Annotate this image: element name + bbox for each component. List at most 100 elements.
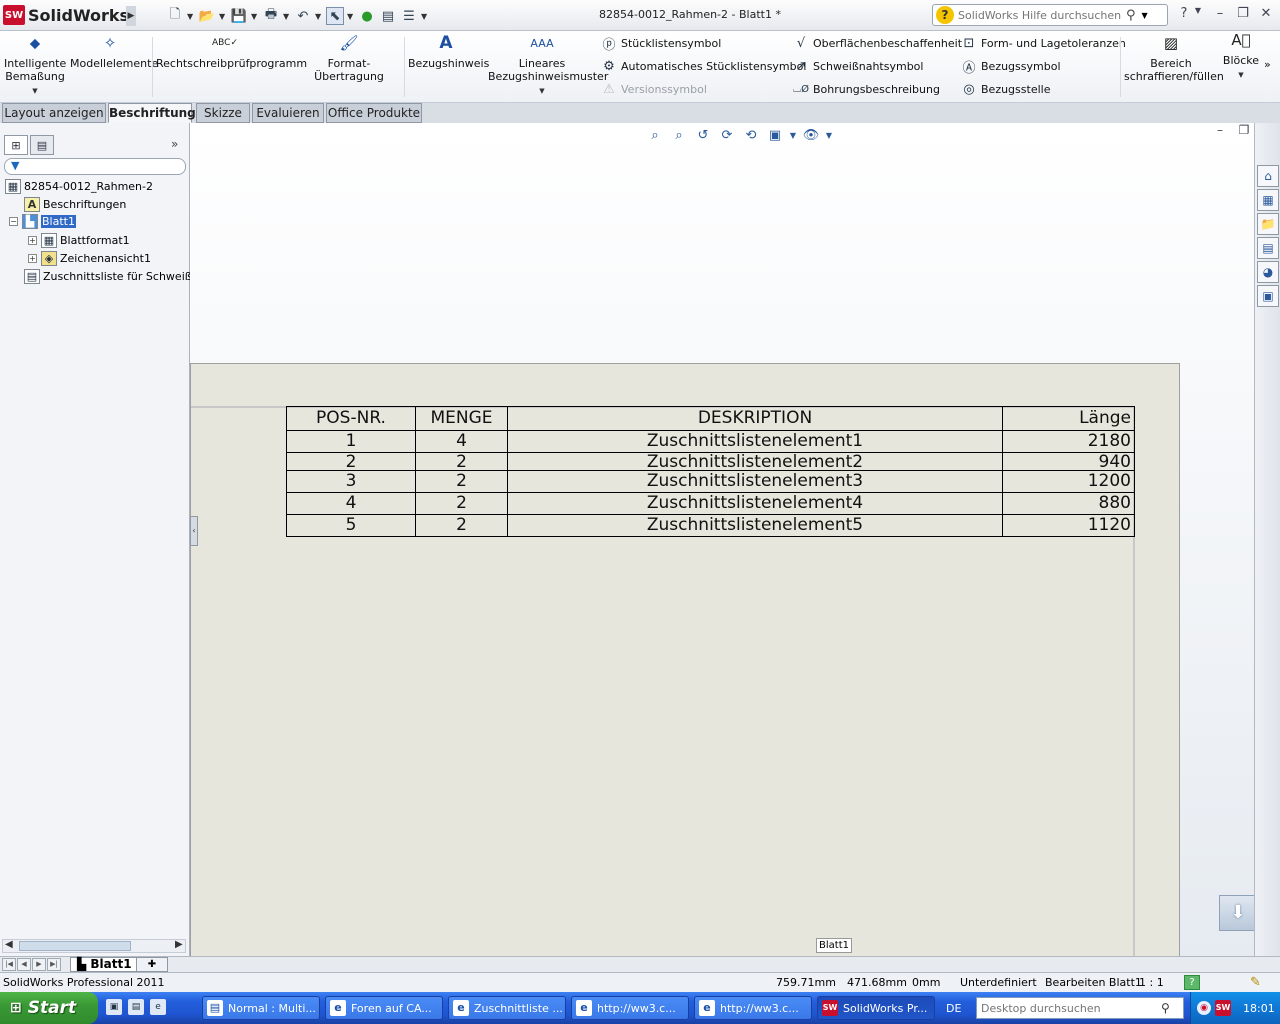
previous-view-icon[interactable]: ↺: [693, 128, 713, 143]
chevron-down-icon[interactable]: ▼: [1222, 69, 1260, 82]
feature-tree-tab-icon[interactable]: ⊞: [4, 135, 28, 155]
restore-icon[interactable]: ❐: [1233, 6, 1253, 21]
chevron-down-icon[interactable]: ▼: [347, 12, 355, 21]
rebuild-traffic-light-icon[interactable]: ●: [358, 7, 376, 25]
cell-description[interactable]: Zuschnittslistenelement4: [507, 492, 1003, 515]
tree-item-sheet-format[interactable]: + ▦ Blattformat1: [28, 232, 130, 249]
quick-launch-app-icon[interactable]: ▣: [106, 999, 122, 1015]
minimize-icon[interactable]: –: [1210, 6, 1230, 21]
cell-description[interactable]: Zuschnittslistenelement1: [507, 430, 1003, 453]
cell-length[interactable]: 1200: [1002, 470, 1135, 493]
chevron-down-icon[interactable]: ▼: [1142, 11, 1148, 20]
cell-quantity[interactable]: 2: [415, 470, 508, 493]
chevron-down-icon[interactable]: ▼: [421, 12, 429, 21]
column-header-quantity[interactable]: MENGE: [415, 406, 508, 431]
first-sheet-icon[interactable]: |◀: [2, 958, 16, 971]
tab-office-products[interactable]: Office Produkte: [326, 103, 422, 123]
tray-app-icon[interactable]: ◉: [1197, 1001, 1211, 1015]
blocks-button[interactable]: A⃞ Blöcke ▼: [1222, 33, 1260, 82]
chevron-down-icon[interactable]: ▼: [1188, 6, 1208, 15]
hole-callout-button[interactable]: ⌴Ø Bohrungsbeschreibung: [792, 80, 940, 98]
tab-annotation[interactable]: Beschriftung: [108, 103, 196, 123]
cell-description[interactable]: Zuschnittslistenelement2: [507, 452, 1003, 471]
tree-item-annotations[interactable]: A Beschriftungen: [24, 196, 126, 213]
datum-feature-button[interactable]: Ⓐ Bezugssymbol: [960, 57, 1060, 76]
select-pointer-icon[interactable]: ⬉: [326, 7, 344, 25]
taskbar-item[interactable]: ▤ Normal : Multi...: [202, 996, 320, 1020]
chevron-down-icon[interactable]: ▼: [789, 131, 797, 140]
table-row[interactable]: 1 4 Zuschnittslistenelement1 2180: [286, 430, 1135, 453]
file-explorer-icon[interactable]: 📁: [1257, 213, 1279, 235]
surface-finish-button[interactable]: √ Oberflächenbeschaffenheit: [792, 34, 962, 52]
auto-balloon-button[interactable]: ⚙ Automatisches Stücklistensymbol: [600, 57, 806, 75]
chevron-down-icon[interactable]: ▼: [283, 12, 291, 21]
rotate-icon[interactable]: ⟲: [741, 128, 761, 143]
cell-item-no[interactable]: 3: [286, 470, 416, 493]
panel-horizontal-scrollbar[interactable]: ◀ ▶: [2, 939, 186, 953]
cell-quantity[interactable]: 2: [415, 452, 508, 471]
column-header-length[interactable]: Länge: [1002, 406, 1135, 431]
undo-icon[interactable]: ↶: [294, 7, 312, 25]
display-style-icon[interactable]: ▣: [765, 128, 785, 143]
solidworks-logo[interactable]: SW SolidWorks: [3, 4, 129, 26]
desktop-search-input[interactable]: [981, 1001, 1161, 1015]
previous-sheet-icon[interactable]: ◀: [17, 958, 31, 971]
language-indicator[interactable]: DE: [946, 1002, 961, 1015]
tab-sketch[interactable]: Skizze: [196, 103, 250, 123]
column-header-description[interactable]: DESKRIPTION: [507, 406, 1003, 431]
expand-icon[interactable]: +: [28, 254, 37, 263]
close-icon[interactable]: ✕: [1256, 6, 1276, 21]
sheet-scale[interactable]: 1 : 1: [1139, 976, 1164, 989]
panel-collapse-handle[interactable]: ‹: [190, 516, 198, 546]
linear-note-pattern-button[interactable]: AAA Lineares Bezugshinweismuster ▼: [488, 37, 608, 98]
taskbar-item[interactable]: e Foren auf CA...: [325, 996, 443, 1020]
column-header-item-no[interactable]: POS-NR.: [286, 406, 416, 431]
cell-quantity[interactable]: 2: [415, 514, 508, 537]
scroll-right-icon[interactable]: ▶: [175, 939, 183, 950]
balloon-button[interactable]: ⓟ Stücklistensymbol: [600, 34, 721, 53]
table-row[interactable]: 3 2 Zuschnittslistenelement3 1200: [286, 470, 1135, 493]
cell-description[interactable]: Zuschnittslistenelement5: [507, 514, 1003, 537]
cell-item-no[interactable]: 2: [286, 452, 416, 471]
cell-description[interactable]: Zuschnittslistenelement3: [507, 470, 1003, 493]
file-properties-icon[interactable]: ▤: [379, 7, 397, 25]
drawing-canvas[interactable]: ⌕ ⌕ ↺ ⟳ ⟲ ▣ ▼ 👁 ▼ – ❐ ✕ POS-NR. MENGE DE…: [190, 123, 1254, 956]
geometric-tolerance-button[interactable]: ⊡ Form- und Lagetoleranzen: [960, 34, 1126, 52]
appearances-icon[interactable]: ◕: [1257, 261, 1279, 283]
chevron-down-icon[interactable]: ▼: [187, 12, 195, 21]
zoom-to-fit-icon[interactable]: ⌕: [645, 128, 665, 143]
scrollbar-thumb[interactable]: [19, 941, 131, 951]
tree-item-cutlist[interactable]: ▤ Zuschnittsliste für Schweißkor: [24, 268, 209, 285]
tree-item-root[interactable]: ▦ 82854-0012_Rahmen-2: [5, 178, 153, 195]
format-painter-button[interactable]: 🖌 Format-Übertragung: [296, 36, 402, 84]
restore-icon[interactable]: ❐: [1234, 123, 1254, 137]
cell-quantity[interactable]: 2: [415, 492, 508, 515]
menu-flyout-arrow[interactable]: ▶: [126, 6, 136, 26]
tree-filter-input[interactable]: ▼: [4, 158, 186, 175]
new-document-icon[interactable]: 🗋: [166, 7, 184, 25]
search-icon[interactable]: ⚲: [1126, 8, 1136, 23]
weld-symbol-button[interactable]: ↗ Schweißnahtsymbol: [792, 57, 924, 75]
ribbon-overflow-icon[interactable]: »: [1264, 55, 1271, 73]
clock[interactable]: 18:01: [1243, 1002, 1275, 1015]
cell-length[interactable]: 1120: [1002, 514, 1135, 537]
desktop-search-box[interactable]: ⚲: [976, 997, 1184, 1019]
chevron-down-icon[interactable]: ▼: [251, 12, 259, 21]
zoom-to-area-icon[interactable]: ⌕: [669, 128, 689, 143]
tab-evaluate[interactable]: Evaluieren: [252, 103, 324, 123]
cell-item-no[interactable]: 1: [286, 430, 416, 453]
next-sheet-icon[interactable]: ▶: [32, 958, 46, 971]
solidworks-resources-icon[interactable]: ⌂: [1257, 165, 1279, 187]
cell-length[interactable]: 940: [1002, 452, 1135, 471]
rebuild-pencil-icon[interactable]: ✎: [1250, 975, 1261, 990]
hide-show-items-icon[interactable]: 👁: [801, 128, 821, 143]
rebuild-icon[interactable]: ⟳: [717, 128, 737, 143]
expand-panel-icon[interactable]: »: [171, 137, 178, 151]
chevron-down-icon[interactable]: ▼: [315, 12, 323, 21]
cell-item-no[interactable]: 5: [286, 514, 416, 537]
model-items-button[interactable]: ✧ Modellelemente: [70, 36, 158, 71]
datum-target-button[interactable]: ◎ Bezugsstelle: [960, 80, 1050, 98]
custom-properties-icon[interactable]: ▣: [1257, 285, 1279, 307]
sheet-tab[interactable]: ▙ Blatt1: [70, 957, 139, 972]
taskbar-item[interactable]: e Zuschnittliste ...: [448, 996, 566, 1020]
